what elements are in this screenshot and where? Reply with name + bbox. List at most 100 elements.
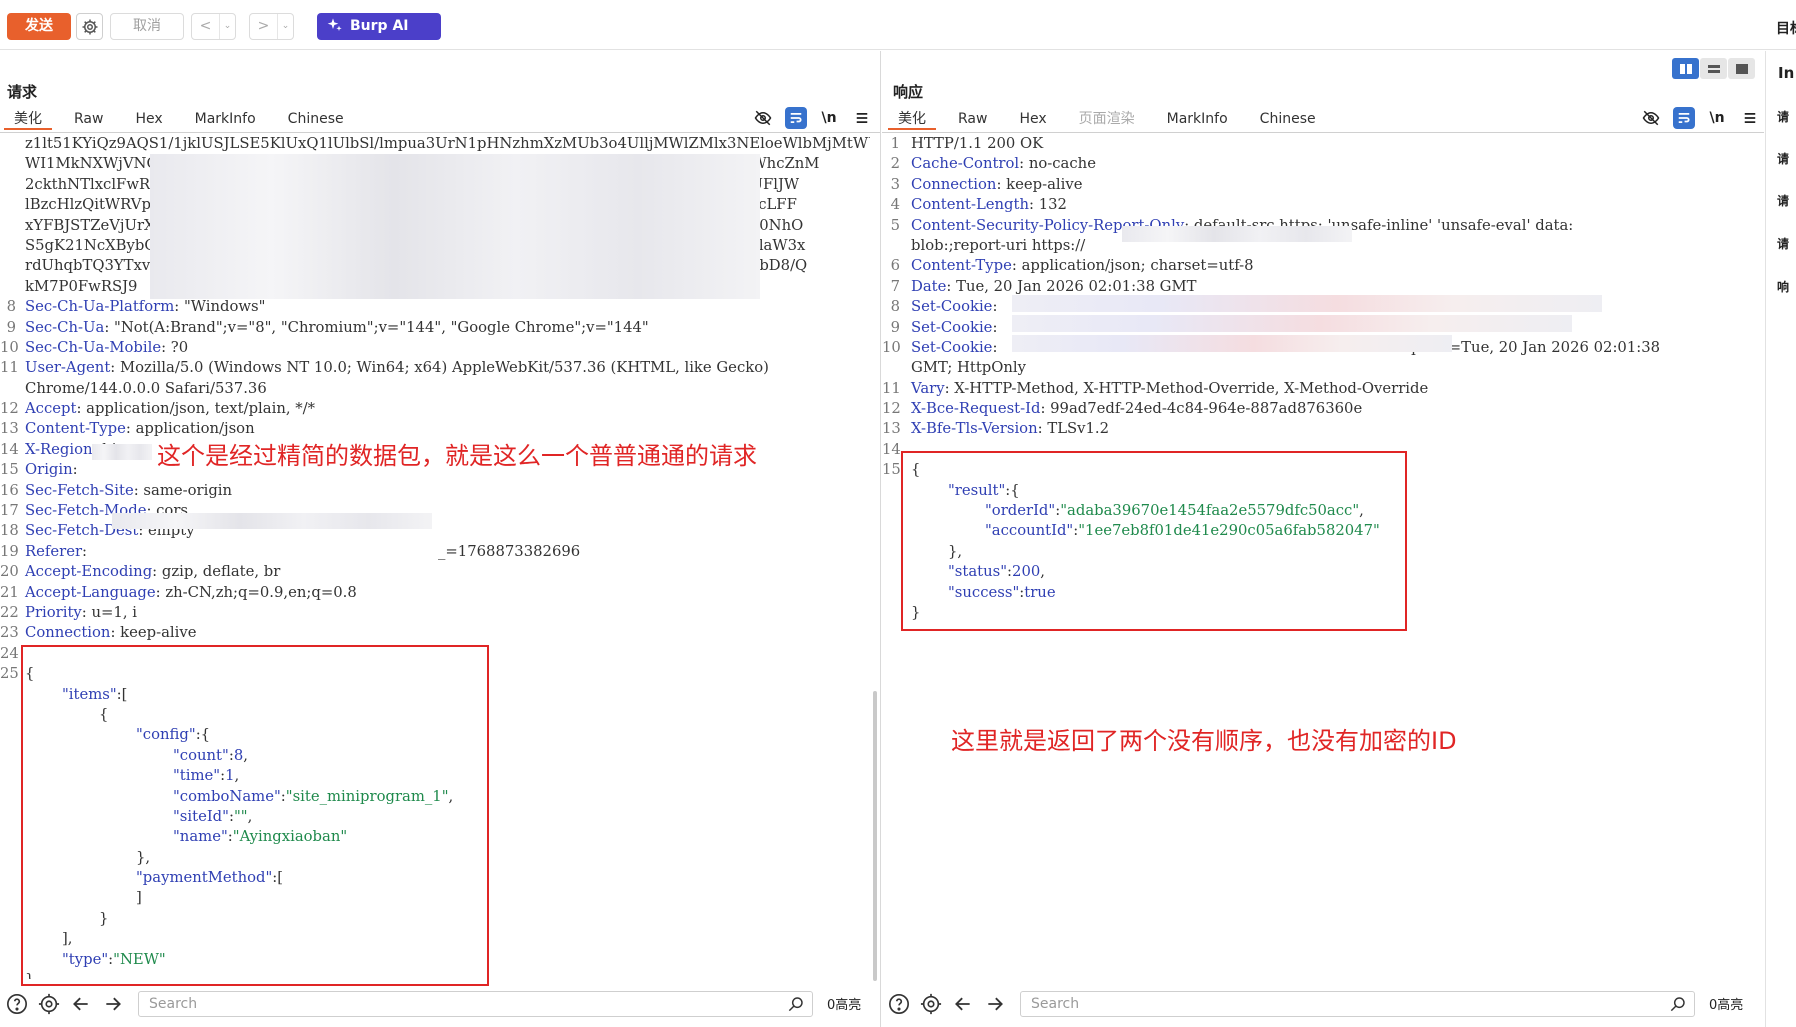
request-scrollbar[interactable] [873,691,877,981]
send-button[interactable]: 发送 [7,13,71,40]
request-tab[interactable]: MarkInfo [185,108,266,130]
line-text: Sec-Fetch-Site: same-origin [25,481,232,501]
wrap-icon[interactable] [1673,107,1695,129]
header-name: User-Agent [25,359,111,377]
response-panel: 响应 美化 Raw Hex 页面渲染 MarkInfo Chinese \n 1 HTTP/… [882,51,1764,980]
chevron-down-icon[interactable]: ⌄ [277,14,293,39]
request-tab[interactable]: Hex [125,108,172,130]
eye-off-icon[interactable] [752,107,774,129]
inspector-item[interactable]: 请 [1777,192,1789,209]
history-forward-group[interactable]: > ⌄ [249,13,294,40]
line-number: 13 [0,420,19,438]
burp-ai-button[interactable]: Burp AI [317,13,441,40]
header-name: Priority [25,603,82,621]
inspector-item[interactable]: 请 [1777,108,1789,125]
settings-button[interactable] [76,13,103,40]
menu-icon[interactable] [1739,107,1761,129]
header-name: Content-Length [911,196,1029,214]
header-value: : X-HTTP-Method, X-HTTP-Method-Override,… [944,379,1429,397]
eye-off-icon[interactable] [1640,107,1662,129]
line-text: Priority: u=1, i [25,603,137,623]
header-name: Accept-Encoding [25,563,153,581]
target-label[interactable]: 目标 [1776,18,1796,38]
arrow-left-icon[interactable] [66,989,96,1019]
header-value: : same-origin [133,481,233,499]
line-text: z1lt51KYiQz9AQS1/1jklUSJLSE5KlUxQ1lUlbSl… [25,134,870,154]
response-annotation: 这里就是返回了两个没有顺序，也没有加密的ID [951,727,1457,755]
header-value: : [992,318,998,336]
wrap-icon[interactable] [785,107,807,129]
menu-icon[interactable] [851,107,873,129]
request-body-highlight [21,645,489,986]
line-text: Accept-Encoding: gzip, deflate, br [25,562,280,582]
response-tab[interactable]: 页面渲染 [1069,108,1145,130]
highlight-count: 0高亮 [1709,998,1744,1013]
inspector-item[interactable]: 响 [1777,278,1789,295]
code-line: 9 Sec-Ch-Ua: "Not(A:Brand";v="8", "Chromi… [0,318,870,338]
line-text: Content-Type: application/json; charset=… [911,256,1254,276]
response-tab[interactable]: Raw [948,108,997,130]
inspector-header[interactable]: In [1778,64,1794,82]
line-number: 18 [0,522,19,540]
arrow-right-icon[interactable] [980,989,1010,1019]
line-number: 11 [882,379,901,397]
gear-icon[interactable] [34,989,64,1019]
forward-icon[interactable]: > [250,14,277,39]
search-icon[interactable] [1670,996,1686,1012]
code-line: 12 X-Bce-Request-Id: 99ad7edf-24ed-4c84-9… [882,399,1764,419]
code-line: 22 Priority: u=1, i [0,603,870,623]
header-value: lBzcHlzQitWRVpQ [25,196,164,214]
line-number: 8 [6,298,16,316]
help-icon[interactable] [2,989,32,1019]
newline-toggle[interactable]: \n [818,107,840,129]
header-value: : application/json [125,420,255,438]
header-value: : application/json; charset=utf-8 [1011,257,1254,275]
header-name: X-Bce-Request-Id [911,400,1041,418]
line-text: Content-Length: 132 [911,195,1067,215]
help-icon[interactable] [884,989,914,1019]
line-text: Set-Cookie: [911,338,997,358]
layout-stack-icon[interactable] [1700,58,1727,79]
line-text: Sec-Ch-Ua-Mobile: ?0 [25,338,188,358]
code-line: z1lt51KYiQz9AQS1/1jklUSJLSE5KlUxQ1lUlbSl… [0,134,870,154]
response-tab[interactable]: Hex [1009,108,1056,130]
response-tab[interactable]: Chinese [1250,108,1326,130]
history-back-group[interactable]: < ⌄ [191,13,236,40]
header-name: Referer [25,542,83,560]
search-field[interactable] [138,990,813,1017]
line-text: User-Agent: Mozilla/5.0 (Windows NT 10.0… [25,358,769,378]
search-input[interactable] [139,991,812,1016]
code-line: 13 X-Bfe-Tls-Version: TLSv1.2 [882,419,1764,439]
response-tab[interactable]: 美化 [888,108,936,130]
cancel-button[interactable]: 取消 [110,13,184,40]
arrow-right-icon[interactable] [98,989,128,1019]
layout-tabs-icon[interactable] [1728,58,1755,79]
request-panel: 请求 美化 Raw Hex MarkInfo Chinese \n z1lt51KYiQ… [0,51,881,986]
newline-toggle[interactable]: \n [1706,107,1728,129]
header-name: Connection [911,175,997,193]
line-text: Chrome/144.0.0.0 Safari/537.36 [25,379,267,399]
layout-split-icon[interactable] [1672,58,1699,79]
search-icon[interactable] [788,996,804,1012]
chevron-down-icon[interactable]: ⌄ [219,14,235,39]
arrow-left-icon[interactable] [948,989,978,1019]
request-tab[interactable]: 美化 [4,108,52,130]
header-value: : gzip, deflate, br [152,563,281,581]
inspector-item[interactable]: 请 [1777,235,1789,252]
header-value: HTTP/1.1 200 OK [911,135,1044,152]
header-name: Vary [911,379,945,397]
line-text: 2ckthNTlxclFwRl [25,175,155,195]
header-value: : zh-CN,zh;q=0.9,en;q=0.8 [155,583,357,601]
line-number: 6 [890,257,900,275]
search-field[interactable] [1020,990,1695,1017]
inspector-item[interactable]: 请 [1777,150,1789,167]
gear-icon[interactable] [916,989,946,1019]
header-value: 2ckthNTlxclFwRl [25,175,155,193]
search-input[interactable] [1021,991,1694,1016]
back-icon[interactable]: < [192,14,219,39]
line-number: 15 [882,461,901,479]
request-tab[interactable]: Raw [64,108,113,130]
response-tab[interactable]: MarkInfo [1157,108,1238,130]
line-text: Accept-Language: zh-CN,zh;q=0.9,en;q=0.8 [25,583,357,603]
request-tab[interactable]: Chinese [278,108,354,130]
